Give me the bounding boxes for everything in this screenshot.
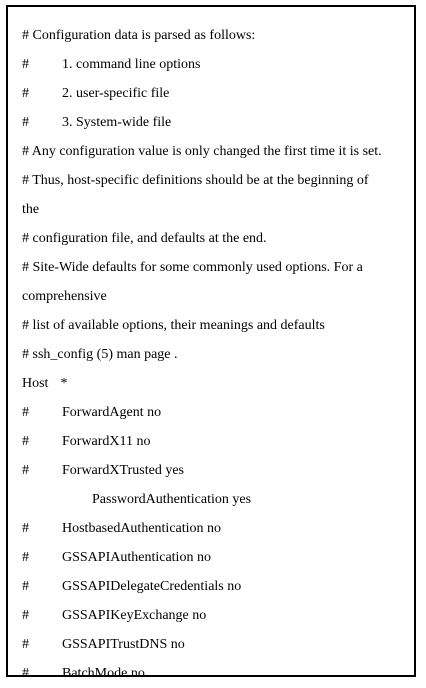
comment-line: #2. user-specific file <box>22 79 408 108</box>
hash-mark: # <box>22 637 29 652</box>
comment-line: # Configuration data is parsed as follow… <box>22 21 408 50</box>
comment-line: #1. command line options <box>22 50 408 79</box>
comment-line: #3. System-wide file <box>22 108 408 137</box>
line-text: # Site-Wide defaults for some commonly u… <box>22 260 363 275</box>
config-listing: # Configuration data is parsed as follow… <box>22 21 408 688</box>
hash-mark: # <box>22 608 29 623</box>
line-text: 1. command line options <box>62 57 201 72</box>
option-line: # GSSAPIAuthentication no <box>22 543 408 572</box>
option-text: PasswordAuthentication yes <box>92 492 252 507</box>
option-line: # GSSAPITrustDNS no <box>22 630 408 659</box>
hash-mark: # <box>22 463 29 478</box>
line-text: # ssh_config (5) man page . <box>22 347 178 362</box>
line-text: # Thus, host-specific definitions should… <box>22 173 369 188</box>
line-text: # Any configuration value is only change… <box>22 144 382 159</box>
line-text: 3. System-wide file <box>62 115 172 130</box>
option-line: # ForwardX11 no <box>22 427 408 456</box>
hash-mark: # <box>22 550 29 565</box>
comment-line: comprehensive <box>22 282 408 311</box>
config-listing-frame: # Configuration data is parsed as follow… <box>6 5 416 681</box>
line-text: # list of available options, their meani… <box>22 318 325 333</box>
hash-mark: # <box>22 405 29 420</box>
option-text: GSSAPITrustDNS no <box>62 637 185 652</box>
option-line: # GSSAPIKeyExchange no <box>22 601 408 630</box>
option-line: # ForwardAgent no <box>22 398 408 427</box>
line-text: # Configuration data is parsed as follow… <box>22 28 256 43</box>
option-text: GSSAPIKeyExchange no <box>62 608 207 623</box>
line-text: comprehensive <box>22 289 107 304</box>
hash-mark: # <box>22 666 29 681</box>
line-text: 2. user-specific file <box>62 86 170 101</box>
option-line: # BatchMode no <box>22 659 408 688</box>
hash-mark: # <box>22 579 29 594</box>
option-text: ForwardAgent no <box>62 405 162 420</box>
comment-line: # Any configuration value is only change… <box>22 137 408 166</box>
option-text: ForwardX11 no <box>62 434 151 449</box>
hash-mark: # <box>22 434 29 449</box>
option-text: BatchMode no <box>62 666 145 681</box>
line-text: # configuration file, and defaults at th… <box>22 231 267 246</box>
option-text: GSSAPIAuthentication no <box>62 550 211 565</box>
comment-line: # configuration file, and defaults at th… <box>22 224 408 253</box>
comment-line: # ssh_config (5) man page . <box>22 340 408 369</box>
option-line: PasswordAuthentication yes <box>22 485 408 514</box>
option-text: ForwardXTrusted yes <box>62 463 184 478</box>
line-text: the <box>22 202 40 217</box>
option-line: # ForwardXTrusted yes <box>22 456 408 485</box>
comment-line: # Site-Wide defaults for some commonly u… <box>22 253 408 282</box>
option-line: # GSSAPIDelegateCredentials no <box>22 572 408 601</box>
comment-line: # list of available options, their meani… <box>22 311 408 340</box>
comment-line: the <box>22 195 408 224</box>
host-keyword: Host <box>22 376 49 391</box>
option-text: GSSAPIDelegateCredentials no <box>62 579 242 594</box>
option-text: HostbasedAuthentication no <box>62 521 222 536</box>
option-line: # HostbasedAuthentication no <box>22 514 408 543</box>
host-pattern: * <box>60 376 68 391</box>
comment-line: # Thus, host-specific definitions should… <box>22 166 408 195</box>
host-line: Host * <box>22 369 408 398</box>
hash-mark: # <box>22 57 29 72</box>
hash-mark: # <box>22 86 29 101</box>
hash-mark: # <box>22 521 29 536</box>
hash-mark: # <box>22 115 29 130</box>
